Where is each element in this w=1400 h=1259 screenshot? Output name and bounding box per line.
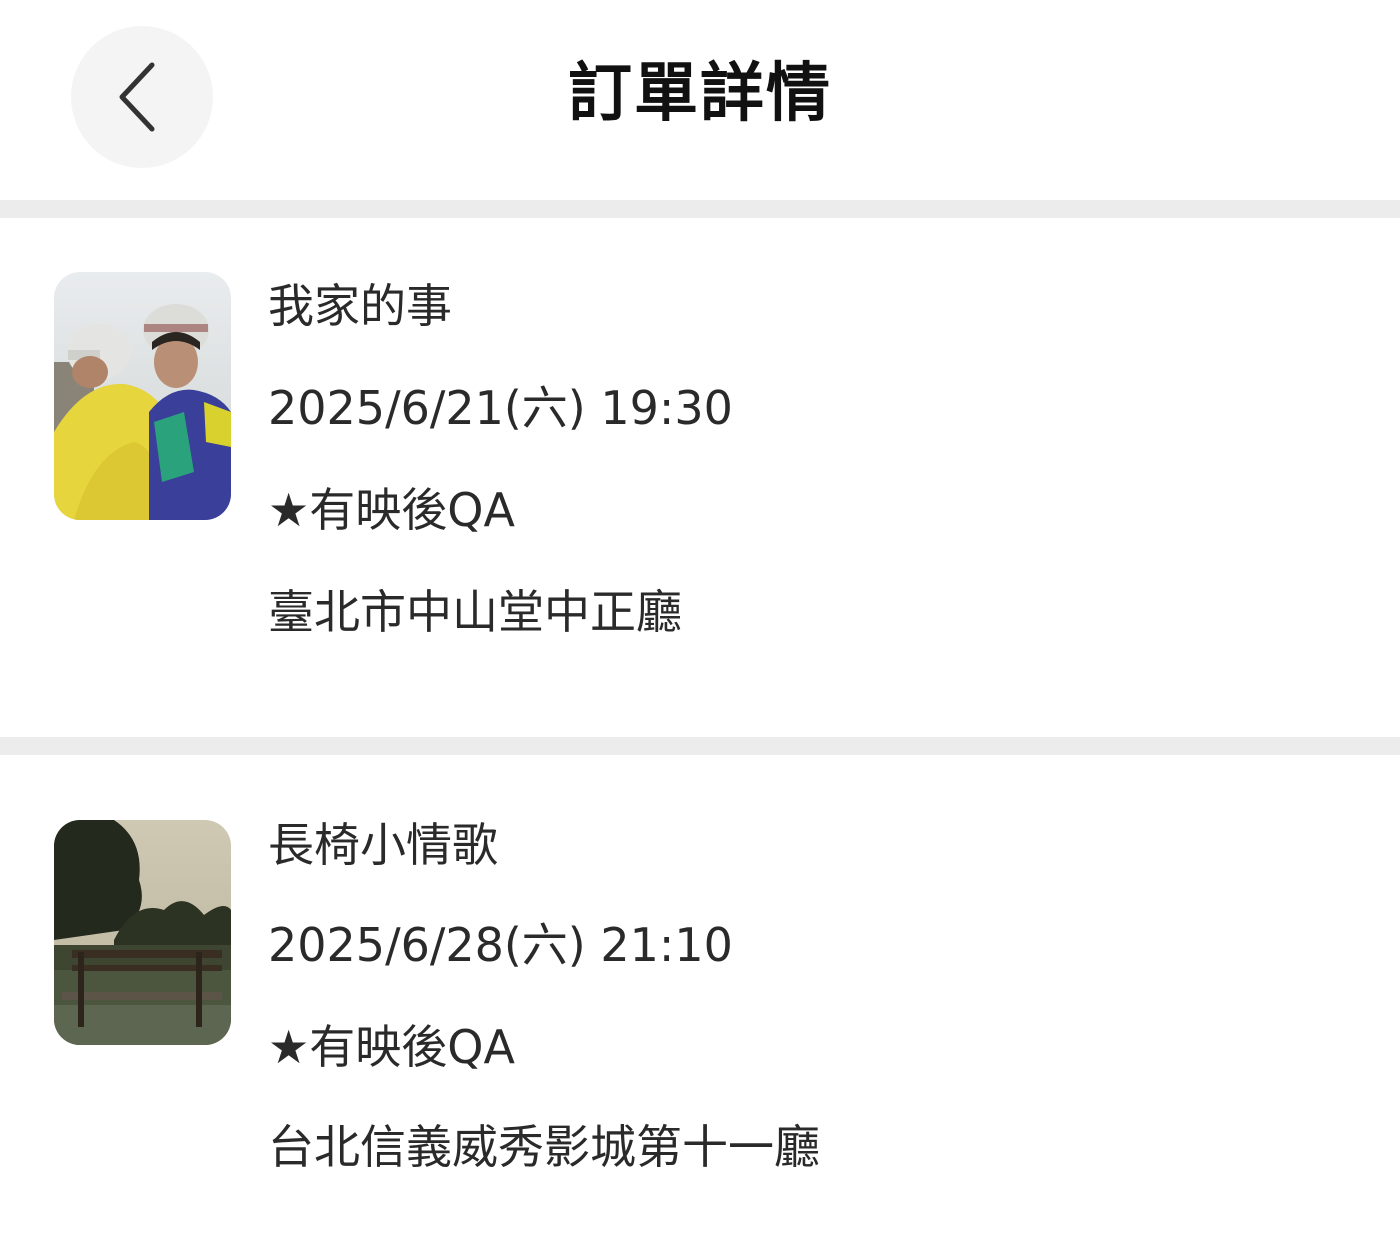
showtime-text: 2025/6/28(六) 21:10 xyxy=(268,918,733,972)
qa-note: ★有映後QA xyxy=(268,483,515,537)
showtime-text: 2025/6/21(六) 19:30 xyxy=(268,381,733,435)
movie-poster-image xyxy=(54,820,231,1045)
movie-title: 長椅小情歌 xyxy=(268,818,498,872)
page-title: 訂單詳情 xyxy=(568,57,832,131)
movie-poster-image xyxy=(54,272,231,520)
section-divider xyxy=(0,737,1400,755)
order-item[interactable]: 我家的事 2025/6/21(六) 19:30 ★有映後QA 臺北市中山堂中正廳 xyxy=(0,218,1400,737)
movie-title: 我家的事 xyxy=(268,279,452,333)
order-item[interactable]: 長椅小情歌 2025/6/28(六) 21:10 ★有映後QA 台北信義威秀影城… xyxy=(0,755,1400,1255)
venue-text: 臺北市中山堂中正廳 xyxy=(268,585,682,639)
header-bar: 訂單詳情 xyxy=(0,0,1400,200)
qa-note: ★有映後QA xyxy=(268,1020,515,1074)
venue-text: 台北信義威秀影城第十一廳 xyxy=(268,1120,820,1174)
section-divider xyxy=(0,200,1400,218)
